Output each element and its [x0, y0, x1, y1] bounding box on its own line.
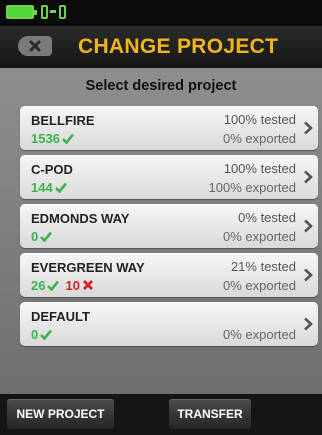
pass-count: 0 — [31, 229, 39, 244]
result-counts: 1536 — [31, 131, 74, 146]
result-counts: 144 — [31, 180, 67, 195]
status-bar — [0, 0, 322, 26]
header: CHANGE PROJECT — [0, 26, 322, 68]
project-row-edmonds-way[interactable]: EDMONDS WAY 0 0% tested 0% exported — [20, 204, 318, 248]
project-name: DEFAULT — [31, 309, 90, 324]
chevron-right-icon — [304, 219, 313, 233]
project-name: EDMONDS WAY — [31, 211, 130, 226]
check-icon — [40, 231, 53, 242]
transfer-button[interactable]: TRANSFER — [169, 399, 251, 429]
x-icon — [82, 280, 93, 290]
project-name: BELLFIRE — [31, 113, 95, 128]
check-icon — [47, 280, 60, 291]
chevron-right-icon — [304, 268, 313, 282]
project-row-c-pod[interactable]: C-POD 144 100% tested 100% exported — [20, 155, 318, 199]
project-name: EVERGREEN WAY — [31, 260, 145, 275]
battery-icon — [6, 5, 37, 19]
check-icon — [62, 133, 74, 144]
close-icon — [29, 40, 41, 52]
chevron-right-icon — [304, 317, 313, 331]
project-row-default[interactable]: DEFAULT 0 0% exported — [20, 302, 318, 346]
status-indicator-icon — [41, 5, 48, 19]
status-dash-icon — [50, 10, 56, 13]
pass-count: 0 — [31, 327, 39, 342]
instruction-text: Select desired project — [85, 78, 237, 94]
project-name: C-POD — [31, 162, 73, 177]
project-list-panel: Select desired project BELLFIRE 1536 100… — [0, 68, 322, 394]
project-row-evergreen-way[interactable]: EVERGREEN WAY 26 10 21% tested 0% exporte… — [20, 253, 318, 297]
pass-count: 144 — [31, 180, 53, 195]
chevron-right-icon — [304, 121, 313, 135]
tested-percent: 0% tested — [238, 210, 296, 225]
exported-percent: 0% exported — [223, 131, 296, 146]
fail-count: 10 — [65, 278, 80, 293]
status-indicator-icon — [59, 5, 66, 19]
tested-percent: 21% tested — [230, 259, 296, 274]
tested-percent: 100% tested — [223, 112, 296, 127]
check-icon — [54, 182, 67, 193]
result-counts: 0 — [31, 229, 53, 244]
check-icon — [40, 329, 53, 340]
exported-percent: 0% exported — [223, 229, 296, 244]
pass-count: 26 — [31, 278, 46, 293]
exported-percent: 0% exported — [223, 278, 296, 293]
footer-bar: NEW PROJECT TRANSFER — [0, 394, 322, 435]
pass-count: 1536 — [31, 131, 60, 146]
tested-percent: 100% tested — [223, 161, 296, 176]
page-title: CHANGE PROJECT — [78, 35, 279, 58]
back-button[interactable] — [18, 36, 52, 56]
result-counts: 26 10 — [31, 278, 94, 293]
result-counts: 0 — [31, 327, 53, 342]
project-row-bellfire[interactable]: BELLFIRE 1536 100% tested 0% exported — [20, 106, 318, 150]
exported-percent: 100% exported — [208, 180, 296, 195]
new-project-button[interactable]: NEW PROJECT — [7, 399, 114, 429]
chevron-right-icon — [304, 170, 313, 184]
exported-percent: 0% exported — [223, 327, 296, 342]
